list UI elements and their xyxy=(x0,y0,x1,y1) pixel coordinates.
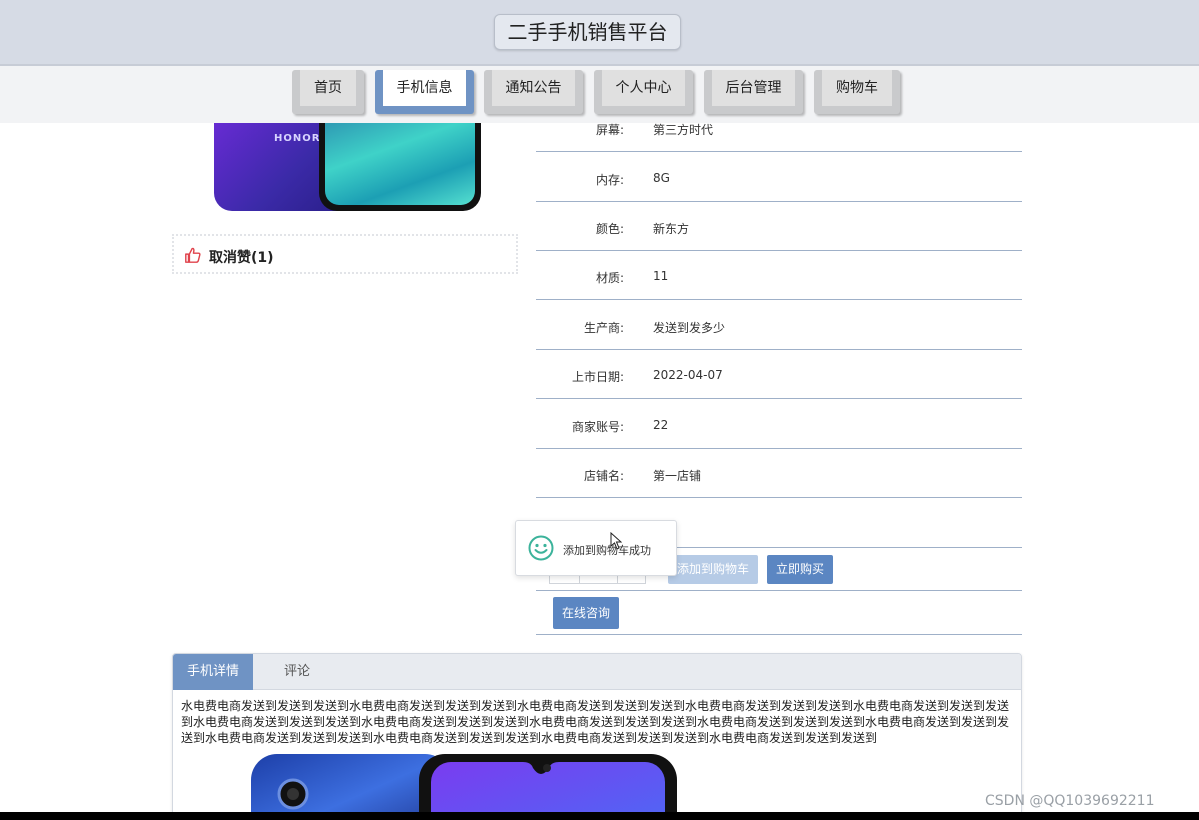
thumbs-up-icon xyxy=(185,247,201,263)
spec-row-memory: 内存: 8G xyxy=(536,153,1022,202)
success-toast: 添加到购物车成功 xyxy=(515,520,677,576)
spec-row-manufacturer: 生产商: 发送到发多少 xyxy=(536,301,1022,350)
site-title: 二手手机销售平台 xyxy=(494,14,681,50)
online-consult-button[interactable]: 在线咨询 xyxy=(553,597,619,629)
tab-phone-details[interactable]: 手机详情 xyxy=(173,654,253,690)
phone-front-image xyxy=(319,123,481,211)
spec-row-screen: 屏幕: 第三方时代 xyxy=(536,103,1022,152)
spec-value: 11 xyxy=(653,269,669,283)
watermark: CSDN @QQ1039692211 xyxy=(985,793,1155,809)
spec-value: 新东方 xyxy=(653,222,690,236)
detail-phone-image xyxy=(251,754,677,820)
spec-value: 22 xyxy=(653,418,669,432)
spec-value: 发送到发多少 xyxy=(653,321,726,335)
spec-label: 生产商: xyxy=(583,321,624,335)
spec-row-release-date: 上市日期: 2022-04-07 xyxy=(536,350,1022,399)
detail-panel: 手机详情 评论 水电费电商发送到发送到发送到水电费电商发送到发送到发送到水电费电… xyxy=(172,653,1022,820)
spec-value: 第一店铺 xyxy=(653,469,702,483)
spec-row-material: 材质: 11 xyxy=(536,251,1022,300)
spec-label: 颜色: xyxy=(595,222,624,236)
spec-row-merchant-account: 商家账号: 22 xyxy=(536,400,1022,449)
product-image: HONOR xyxy=(214,123,481,211)
spec-value: 第三方时代 xyxy=(653,123,714,137)
spec-label: 商家账号: xyxy=(571,420,624,434)
unlike-label[interactable]: 取消赞(1) xyxy=(209,247,274,267)
like-box[interactable]: 取消赞(1) xyxy=(172,234,518,274)
detail-tabbar: 手机详情 评论 xyxy=(173,654,1021,690)
phone-brand-text: HONOR xyxy=(274,133,321,144)
tab-comments[interactable]: 评论 xyxy=(265,654,329,690)
toast-message: 添加到购物车成功 xyxy=(563,544,651,557)
spec-label: 屏幕: xyxy=(595,123,624,137)
spec-value: 8G xyxy=(653,171,670,185)
bottom-bar xyxy=(0,812,1199,820)
nav-home[interactable]: 首页 xyxy=(292,70,364,114)
detail-description: 水电费电商发送到发送到发送到水电费电商发送到发送到发送到水电费电商发送到发送到发… xyxy=(181,699,1010,745)
smile-icon xyxy=(528,535,554,561)
spec-label: 上市日期: xyxy=(571,370,624,384)
spec-value: 2022-04-07 xyxy=(653,368,723,382)
spec-label: 内存: xyxy=(595,173,624,187)
nav-phone-info[interactable]: 手机信息 xyxy=(375,70,474,114)
spec-label: 材质: xyxy=(595,271,624,285)
spec-label: 店铺名: xyxy=(583,469,624,483)
mouse-cursor-icon xyxy=(610,532,622,550)
spec-row-color: 颜色: 新东方 xyxy=(536,202,1022,251)
spec-row-shop-name: 店铺名: 第一店铺 xyxy=(536,449,1022,498)
site-header: 二手手机销售平台 xyxy=(0,0,1199,64)
buy-now-button[interactable]: 立即购买 xyxy=(767,555,833,584)
add-to-cart-button[interactable]: 添加到购物车 xyxy=(668,555,758,584)
